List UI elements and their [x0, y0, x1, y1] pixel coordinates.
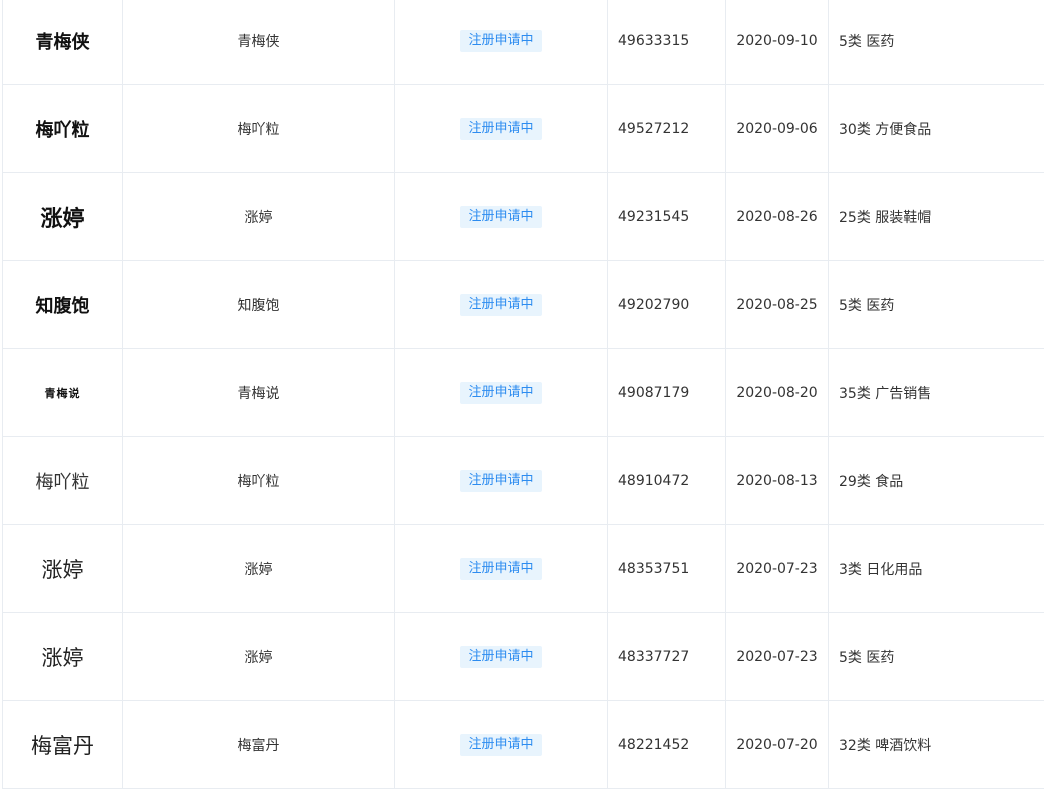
trademark-name[interactable]: 梅富丹 [122, 700, 395, 789]
registration-number: 48221452 [607, 700, 726, 789]
status-cell: 注册申请中 [394, 260, 608, 349]
registration-number: 48353751 [607, 524, 726, 613]
table-row[interactable]: 涨婷 涨婷 注册申请中 48337727 2020-07-23 5类 医药 [2, 612, 1044, 701]
application-date: 2020-08-20 [725, 348, 829, 437]
table-row[interactable]: 梅富丹 梅富丹 注册申请中 48221452 2020-07-20 32类 啤酒… [2, 700, 1044, 789]
trademark-logo-image: 青梅说 [44, 386, 81, 400]
registration-number: 48910472 [607, 436, 726, 525]
application-date: 2020-08-13 [725, 436, 829, 525]
trademark-logo-image: 涨婷 [40, 205, 85, 232]
trademark-logo-image: 梅吖粒 [35, 471, 90, 493]
status-badge: 注册申请中 [460, 293, 542, 316]
table-row[interactable]: 涨婷 涨婷 注册申请中 48353751 2020-07-23 3类 日化用品 [2, 524, 1044, 613]
status-badge: 注册申请中 [460, 733, 542, 756]
application-date: 2020-09-10 [725, 0, 829, 85]
trademark-class: 5类 医药 [828, 260, 1044, 349]
trademark-logo-cell: 青梅侠 [2, 0, 123, 85]
trademark-logo-image: 知腹饱 [35, 295, 90, 317]
trademark-class: 35类 广告销售 [828, 348, 1044, 437]
trademark-logo-image: 涨婷 [41, 557, 84, 582]
trademark-class: 3类 日化用品 [828, 524, 1044, 613]
registration-number: 49527212 [607, 84, 726, 173]
status-cell: 注册申请中 [394, 348, 608, 437]
application-date: 2020-07-23 [725, 612, 829, 701]
status-cell: 注册申请中 [394, 524, 608, 613]
status-badge: 注册申请中 [460, 645, 542, 668]
status-cell: 注册申请中 [394, 612, 608, 701]
status-badge: 注册申请中 [460, 29, 542, 52]
application-date: 2020-08-26 [725, 172, 829, 261]
table-row[interactable]: 梅吖粒 梅吖粒 注册申请中 48910472 2020-08-13 29类 食品 [2, 436, 1044, 525]
trademark-name[interactable]: 梅吖粒 [122, 436, 395, 525]
registration-number: 49633315 [607, 0, 726, 85]
registration-number: 49202790 [607, 260, 726, 349]
trademark-logo-cell: 梅吖粒 [2, 436, 123, 525]
registration-number: 49231545 [607, 172, 726, 261]
trademark-logo-cell: 青梅说 [2, 348, 123, 437]
table-row[interactable]: 青梅侠 青梅侠 注册申请中 49633315 2020-09-10 5类 医药 [2, 0, 1044, 85]
table-row[interactable]: 青梅说 青梅说 注册申请中 49087179 2020-08-20 35类 广告… [2, 348, 1044, 437]
trademark-class: 30类 方便食品 [828, 84, 1044, 173]
trademark-class: 32类 啤酒饮料 [828, 700, 1044, 789]
status-cell: 注册申请中 [394, 0, 608, 85]
status-badge: 注册申请中 [460, 205, 542, 228]
application-date: 2020-08-25 [725, 260, 829, 349]
trademark-class: 5类 医药 [828, 612, 1044, 701]
trademark-logo-cell: 涨婷 [2, 524, 123, 613]
trademark-name[interactable]: 知腹饱 [122, 260, 395, 349]
status-cell: 注册申请中 [394, 172, 608, 261]
trademark-logo-image: 涨婷 [41, 645, 84, 670]
trademark-table: 青梅侠 青梅侠 注册申请中 49633315 2020-09-10 5类 医药 … [0, 0, 1044, 790]
trademark-logo-cell: 涨婷 [2, 612, 123, 701]
trademark-list: 青梅侠 青梅侠 注册申请中 49633315 2020-09-10 5类 医药 … [2, 0, 1044, 789]
trademark-logo-cell: 梅富丹 [2, 700, 123, 789]
status-cell: 注册申请中 [394, 436, 608, 525]
trademark-logo-cell: 涨婷 [2, 172, 123, 261]
status-cell: 注册申请中 [394, 84, 608, 173]
trademark-name[interactable]: 涨婷 [122, 612, 395, 701]
table-row[interactable]: 知腹饱 知腹饱 注册申请中 49202790 2020-08-25 5类 医药 [2, 260, 1044, 349]
application-date: 2020-09-06 [725, 84, 829, 173]
registration-number: 49087179 [607, 348, 726, 437]
table-row[interactable]: 梅吖粒 梅吖粒 注册申请中 49527212 2020-09-06 30类 方便… [2, 84, 1044, 173]
table-row[interactable]: 涨婷 涨婷 注册申请中 49231545 2020-08-26 25类 服装鞋帽 [2, 172, 1044, 261]
trademark-name[interactable]: 青梅说 [122, 348, 395, 437]
status-badge: 注册申请中 [460, 117, 542, 140]
trademark-logo-image: 梅吖粒 [35, 119, 90, 141]
trademark-name[interactable]: 涨婷 [122, 172, 395, 261]
registration-number: 48337727 [607, 612, 726, 701]
trademark-class: 5类 医药 [828, 0, 1044, 85]
status-badge: 注册申请中 [460, 557, 542, 580]
status-badge: 注册申请中 [460, 469, 542, 492]
status-cell: 注册申请中 [394, 700, 608, 789]
trademark-name[interactable]: 梅吖粒 [122, 84, 395, 173]
trademark-class: 29类 食品 [828, 436, 1044, 525]
trademark-class: 25类 服装鞋帽 [828, 172, 1044, 261]
application-date: 2020-07-20 [725, 700, 829, 789]
trademark-logo-image: 梅富丹 [31, 733, 94, 758]
status-badge: 注册申请中 [460, 381, 542, 404]
trademark-name[interactable]: 涨婷 [122, 524, 395, 613]
trademark-logo-cell: 梅吖粒 [2, 84, 123, 173]
trademark-name[interactable]: 青梅侠 [122, 0, 395, 85]
application-date: 2020-07-23 [725, 524, 829, 613]
trademark-logo-image: 青梅侠 [35, 31, 90, 53]
trademark-logo-cell: 知腹饱 [2, 260, 123, 349]
